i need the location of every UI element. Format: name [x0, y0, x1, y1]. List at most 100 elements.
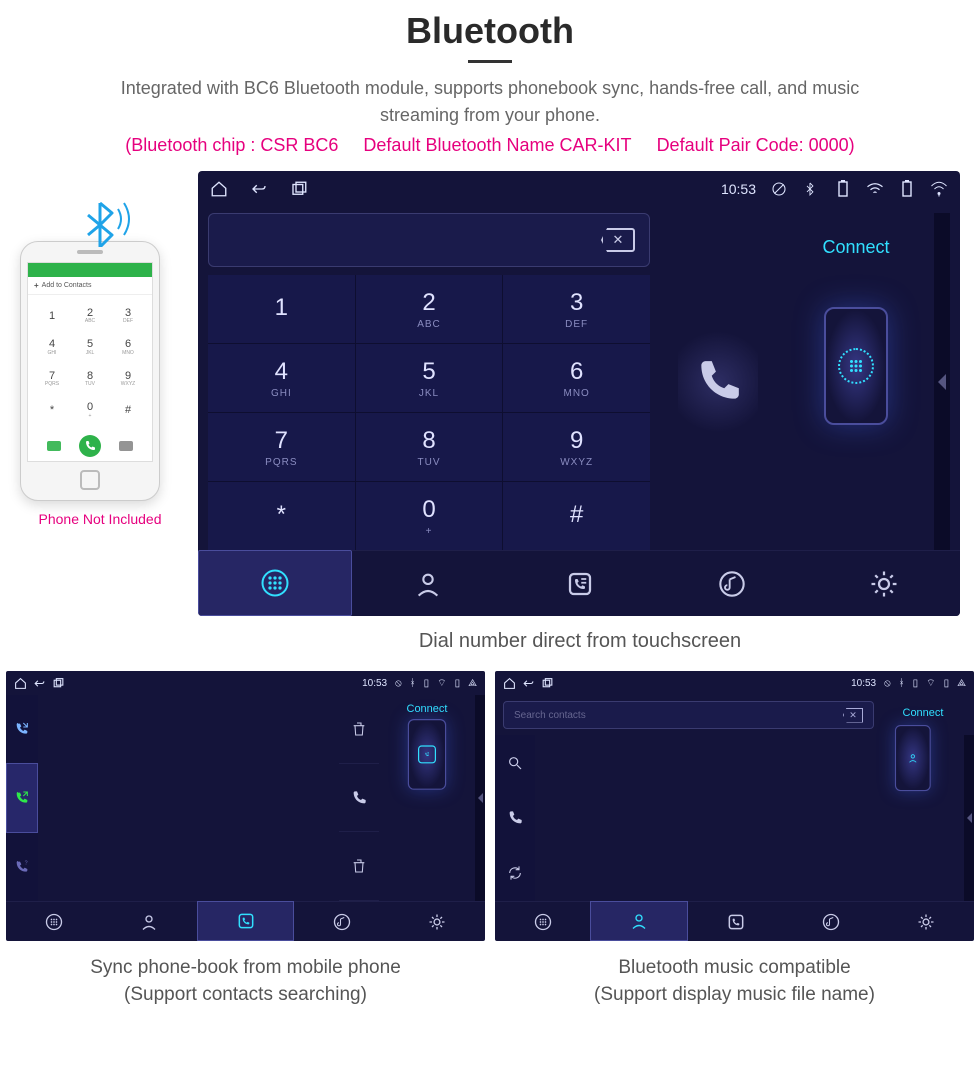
recents-icon[interactable] [290, 180, 308, 198]
svg-text:?: ? [25, 860, 28, 866]
search-button[interactable] [495, 735, 535, 790]
spec-code: Default Pair Code: 0000) [657, 135, 855, 155]
key-4[interactable]: 4GHI [208, 344, 355, 412]
phone-keypad: 12ABC3DEF 4GHI5JKL6MNO 7PQRS8TUV9WXYZ *0… [28, 295, 152, 431]
tab-music[interactable] [656, 550, 808, 616]
outgoing-calls-tab[interactable] [6, 763, 38, 833]
key-9[interactable]: 9WXYZ [503, 413, 650, 481]
small-status-bar-right: 10:53 ⦸ ᚼ ▯ ⌔ ▯ ⟁ [495, 671, 974, 695]
panel-collapse-arrow[interactable] [934, 213, 950, 550]
small-status-bar-left: 10:53 ⦸ ᚼ ▯ ⌔ ▯ ⟁ [6, 671, 485, 695]
tab-contacts[interactable] [590, 901, 687, 941]
tab-dialpad[interactable] [6, 901, 101, 941]
title-underline [468, 60, 512, 63]
key-5[interactable]: 5JKL [356, 344, 503, 412]
battery-icon [834, 180, 852, 198]
home-icon[interactable] [210, 180, 228, 198]
video-icon [47, 441, 61, 451]
bottom-nav [198, 550, 960, 616]
call-action-button[interactable] [339, 764, 379, 833]
missed-calls-tab[interactable] [6, 695, 38, 763]
key-0[interactable]: 0+ [356, 482, 503, 550]
search-clear-button[interactable]: ✕ [843, 708, 863, 723]
call-type-tabs: ? [6, 695, 38, 901]
connect-label: Connect [822, 237, 889, 258]
tab-dialpad[interactable] [198, 550, 352, 616]
tab-music[interactable] [294, 901, 389, 941]
keypad-icon [838, 348, 874, 384]
backspace-button[interactable]: ✕ [601, 228, 635, 252]
wifi-icon: ⌔ [926, 677, 935, 690]
tab-call-log[interactable] [688, 901, 783, 941]
call-log-panel-icon [418, 745, 436, 763]
key-3[interactable]: 3DEF [503, 275, 650, 343]
key-7[interactable]: 7PQRS [208, 413, 355, 481]
small-bottom-nav-left [6, 901, 485, 941]
tab-music[interactable] [783, 901, 878, 941]
tab-call-log[interactable] [197, 901, 294, 941]
phone-connect-graphic [811, 286, 901, 446]
panel-collapse-arrow[interactable] [475, 695, 485, 901]
key-2[interactable]: 2ABC [356, 275, 503, 343]
mute-icon: ⦸ [884, 678, 891, 689]
key-6[interactable]: 6MNO [503, 344, 650, 412]
wifi-icon: ⌔ [437, 677, 446, 690]
tab-settings[interactable] [808, 550, 960, 616]
tab-settings[interactable] [879, 901, 974, 941]
caption-left: Sync phone-book from mobile phone(Suppor… [6, 955, 485, 1008]
search-placeholder: Search contacts [514, 710, 586, 721]
keypad: 1 2ABC 3DEF 4GHI 5JKL 6MNO 7PQRS 8TUV 9W… [208, 275, 650, 550]
key-hash[interactable]: # [503, 482, 650, 550]
connect-panel-small: Connect [379, 695, 475, 901]
head-unit-main: 10:53 ✕ 1 2ABC 3DEF 4GHI 5JKL [198, 171, 960, 616]
tab-dialpad[interactable] [495, 901, 590, 941]
recents-icon[interactable] [541, 677, 554, 690]
usb-icon: ▯ [455, 678, 461, 689]
call-log-list [38, 695, 339, 901]
mute-icon: ⦸ [395, 678, 402, 689]
phone-speaker [77, 250, 103, 254]
tab-contacts[interactable] [352, 550, 504, 616]
unit-body: ✕ 1 2ABC 3DEF 4GHI 5JKL 6MNO 7PQRS 8TUV … [198, 207, 960, 550]
phone-body: Add to Contacts 12ABC3DEF 4GHI5JKL6MNO 7… [20, 241, 160, 501]
phone-mock: Add to Contacts 12ABC3DEF 4GHI5JKL6MNO 7… [20, 241, 180, 527]
recents-icon[interactable] [52, 677, 65, 690]
key-star[interactable]: * [208, 482, 355, 550]
search-contacts-input[interactable]: Search contacts ✕ [503, 701, 874, 729]
phone-screen: Add to Contacts 12ABC3DEF 4GHI5JKL6MNO 7… [27, 262, 153, 462]
contacts-panel-icon [908, 753, 918, 763]
home-icon[interactable] [503, 677, 516, 690]
spec-chip: (Bluetooth chip : CSR BC6 [125, 135, 338, 155]
tab-contacts[interactable] [101, 901, 196, 941]
back-icon[interactable] [250, 180, 268, 198]
usb-icon: ▯ [944, 678, 950, 689]
panel-collapse-arrow[interactable] [964, 735, 974, 901]
delete-all-button[interactable] [339, 832, 379, 901]
status-time: 10:53 [721, 181, 756, 197]
call-contact-button[interactable] [495, 790, 535, 845]
key-1[interactable]: 1 [208, 275, 355, 343]
signal-icon: ⟁ [957, 678, 966, 689]
bluetooth-icon [80, 191, 136, 247]
tab-settings[interactable] [390, 901, 485, 941]
sync-button[interactable] [495, 846, 535, 901]
connect-panel: Connect [786, 213, 926, 550]
call-button[interactable] [678, 322, 758, 442]
back-icon[interactable] [33, 677, 46, 690]
incoming-calls-tab[interactable]: ? [6, 833, 38, 901]
contacts-side-actions [495, 735, 535, 901]
key-8[interactable]: 8TUV [356, 413, 503, 481]
main-caption: Dial number direct from touchscreen [180, 630, 980, 653]
bluetooth-status-icon: ᚼ [410, 678, 416, 689]
tab-call-log[interactable] [504, 550, 656, 616]
header-description: Integrated with BC6 Bluetooth module, su… [80, 75, 900, 129]
battery-icon: ▯ [913, 678, 919, 689]
bluetooth-status-icon: ᚼ [899, 678, 905, 689]
header-specs: (Bluetooth chip : CSR BC6 Default Blueto… [0, 135, 980, 156]
delete-button[interactable] [339, 695, 379, 764]
back-icon[interactable] [522, 677, 535, 690]
backspace-mini-icon [119, 441, 133, 451]
main-row: Add to Contacts 12ABC3DEF 4GHI5JKL6MNO 7… [0, 161, 980, 616]
battery-icon: ▯ [424, 678, 430, 689]
home-icon[interactable] [14, 677, 27, 690]
